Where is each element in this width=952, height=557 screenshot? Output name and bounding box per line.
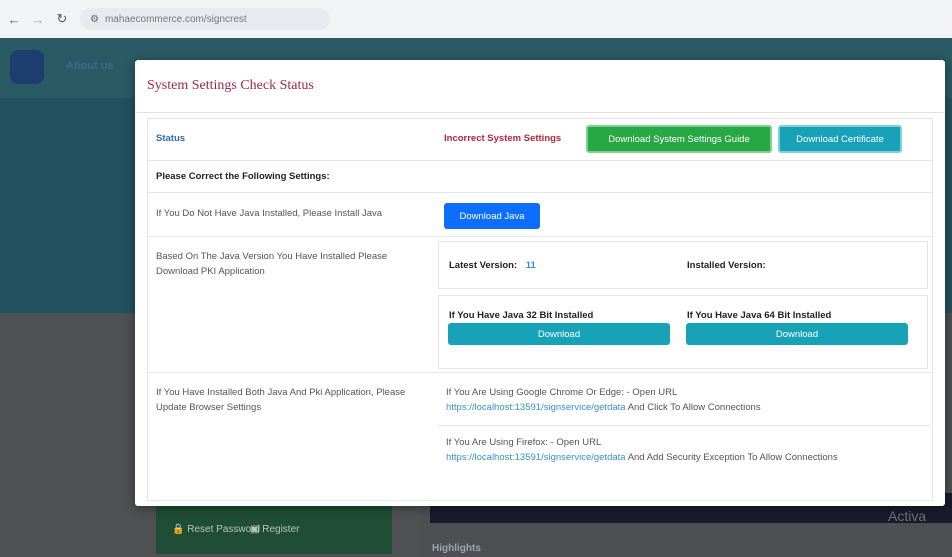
highlights-heading: Highlights <box>432 543 481 554</box>
pki-instruction: Based On The Java Version You Have Insta… <box>156 251 388 277</box>
java32-download-button[interactable]: Download <box>448 323 670 345</box>
status-row: Status Incorrect System Settings Downloa… <box>148 119 932 161</box>
installed-version-label: Installed Version: <box>687 260 766 271</box>
modal-divider <box>135 112 945 113</box>
browser-toolbar: ← → ↻ ⚙ mahaecommerce.com/signcrest <box>0 0 952 38</box>
java32-label: If You Have Java 32 Bit Installed <box>449 310 594 321</box>
java64-download-button[interactable]: Download <box>686 323 908 345</box>
site-settings-icon[interactable]: ⚙ <box>90 14 99 25</box>
correct-heading-row: Please Correct the Following Settings: <box>148 161 932 193</box>
version-box: Latest Version: 11 Installed Version: <box>438 241 928 289</box>
firefox-instructions: If You Are Using Firefox: - Open URL htt… <box>446 435 930 465</box>
incorrect-settings-label: Incorrect System Settings <box>444 133 562 144</box>
reload-icon[interactable]: ↻ <box>52 9 72 29</box>
browser-instruction: If You Have Installed Both Java And Pki … <box>156 387 406 413</box>
pki-row: Based On The Java Version You Have Insta… <box>148 237 932 373</box>
chrome-text: If You Are Using Google Chrome Or Edge: … <box>446 387 678 398</box>
download-guide-button[interactable]: Download System Settings Guide <box>586 125 772 153</box>
correct-heading: Please Correct the Following Settings: <box>156 171 330 182</box>
browser-divider <box>438 425 930 426</box>
chrome-suffix: And Click To Allow Connections <box>627 402 761 413</box>
java-instruction: If You Do Not Have Java Installed, Pleas… <box>156 208 383 219</box>
forward-icon[interactable]: → <box>28 9 48 29</box>
modal-title: System Settings Check Status <box>147 78 314 93</box>
activate-watermark: Activa <box>888 508 927 524</box>
register-link[interactable]: ▣ Register <box>250 524 299 535</box>
site-logo <box>10 50 44 84</box>
firefox-url-link[interactable]: https://localhost:13591/signservice/getd… <box>446 452 626 463</box>
browser-row: If You Have Installed Both Java And Pki … <box>148 373 932 495</box>
system-settings-modal: System Settings Check Status Status Inco… <box>135 60 945 506</box>
chrome-instructions: If You Are Using Google Chrome Or Edge: … <box>446 385 930 415</box>
register-label: Register <box>262 524 300 535</box>
download-certificate-button[interactable]: Download Certificate <box>778 125 902 153</box>
latest-version-label: Latest Version: <box>449 260 518 271</box>
chrome-url-link[interactable]: https://localhost:13591/signservice/getd… <box>446 402 626 413</box>
reset-password-link[interactable]: 🔒 Reset Password <box>172 524 260 535</box>
java64-label: If You Have Java 64 Bit Installed <box>687 310 832 321</box>
address-url: mahaecommerce.com/signcrest <box>104 13 247 25</box>
firefox-text: If You Are Using Firefox: - Open URL <box>446 437 602 448</box>
back-icon[interactable]: ← <box>4 9 24 29</box>
java-row: If You Do Not Have Java Installed, Pleas… <box>148 193 932 237</box>
address-bar[interactable]: ⚙ mahaecommerce.com/signcrest <box>80 8 330 30</box>
download-options-box: If You Have Java 32 Bit Installed Downlo… <box>438 295 928 369</box>
status-label: Status <box>156 133 186 144</box>
latest-version: Latest Version: 11 <box>449 260 536 271</box>
firefox-suffix: And Add Security Exception To Allow Conn… <box>627 452 838 463</box>
nav-about-link[interactable]: About us <box>66 60 114 72</box>
download-java-button[interactable]: Download Java <box>444 203 540 229</box>
settings-table: Status Incorrect System Settings Downloa… <box>147 118 933 501</box>
latest-version-value: 11 <box>525 260 536 271</box>
